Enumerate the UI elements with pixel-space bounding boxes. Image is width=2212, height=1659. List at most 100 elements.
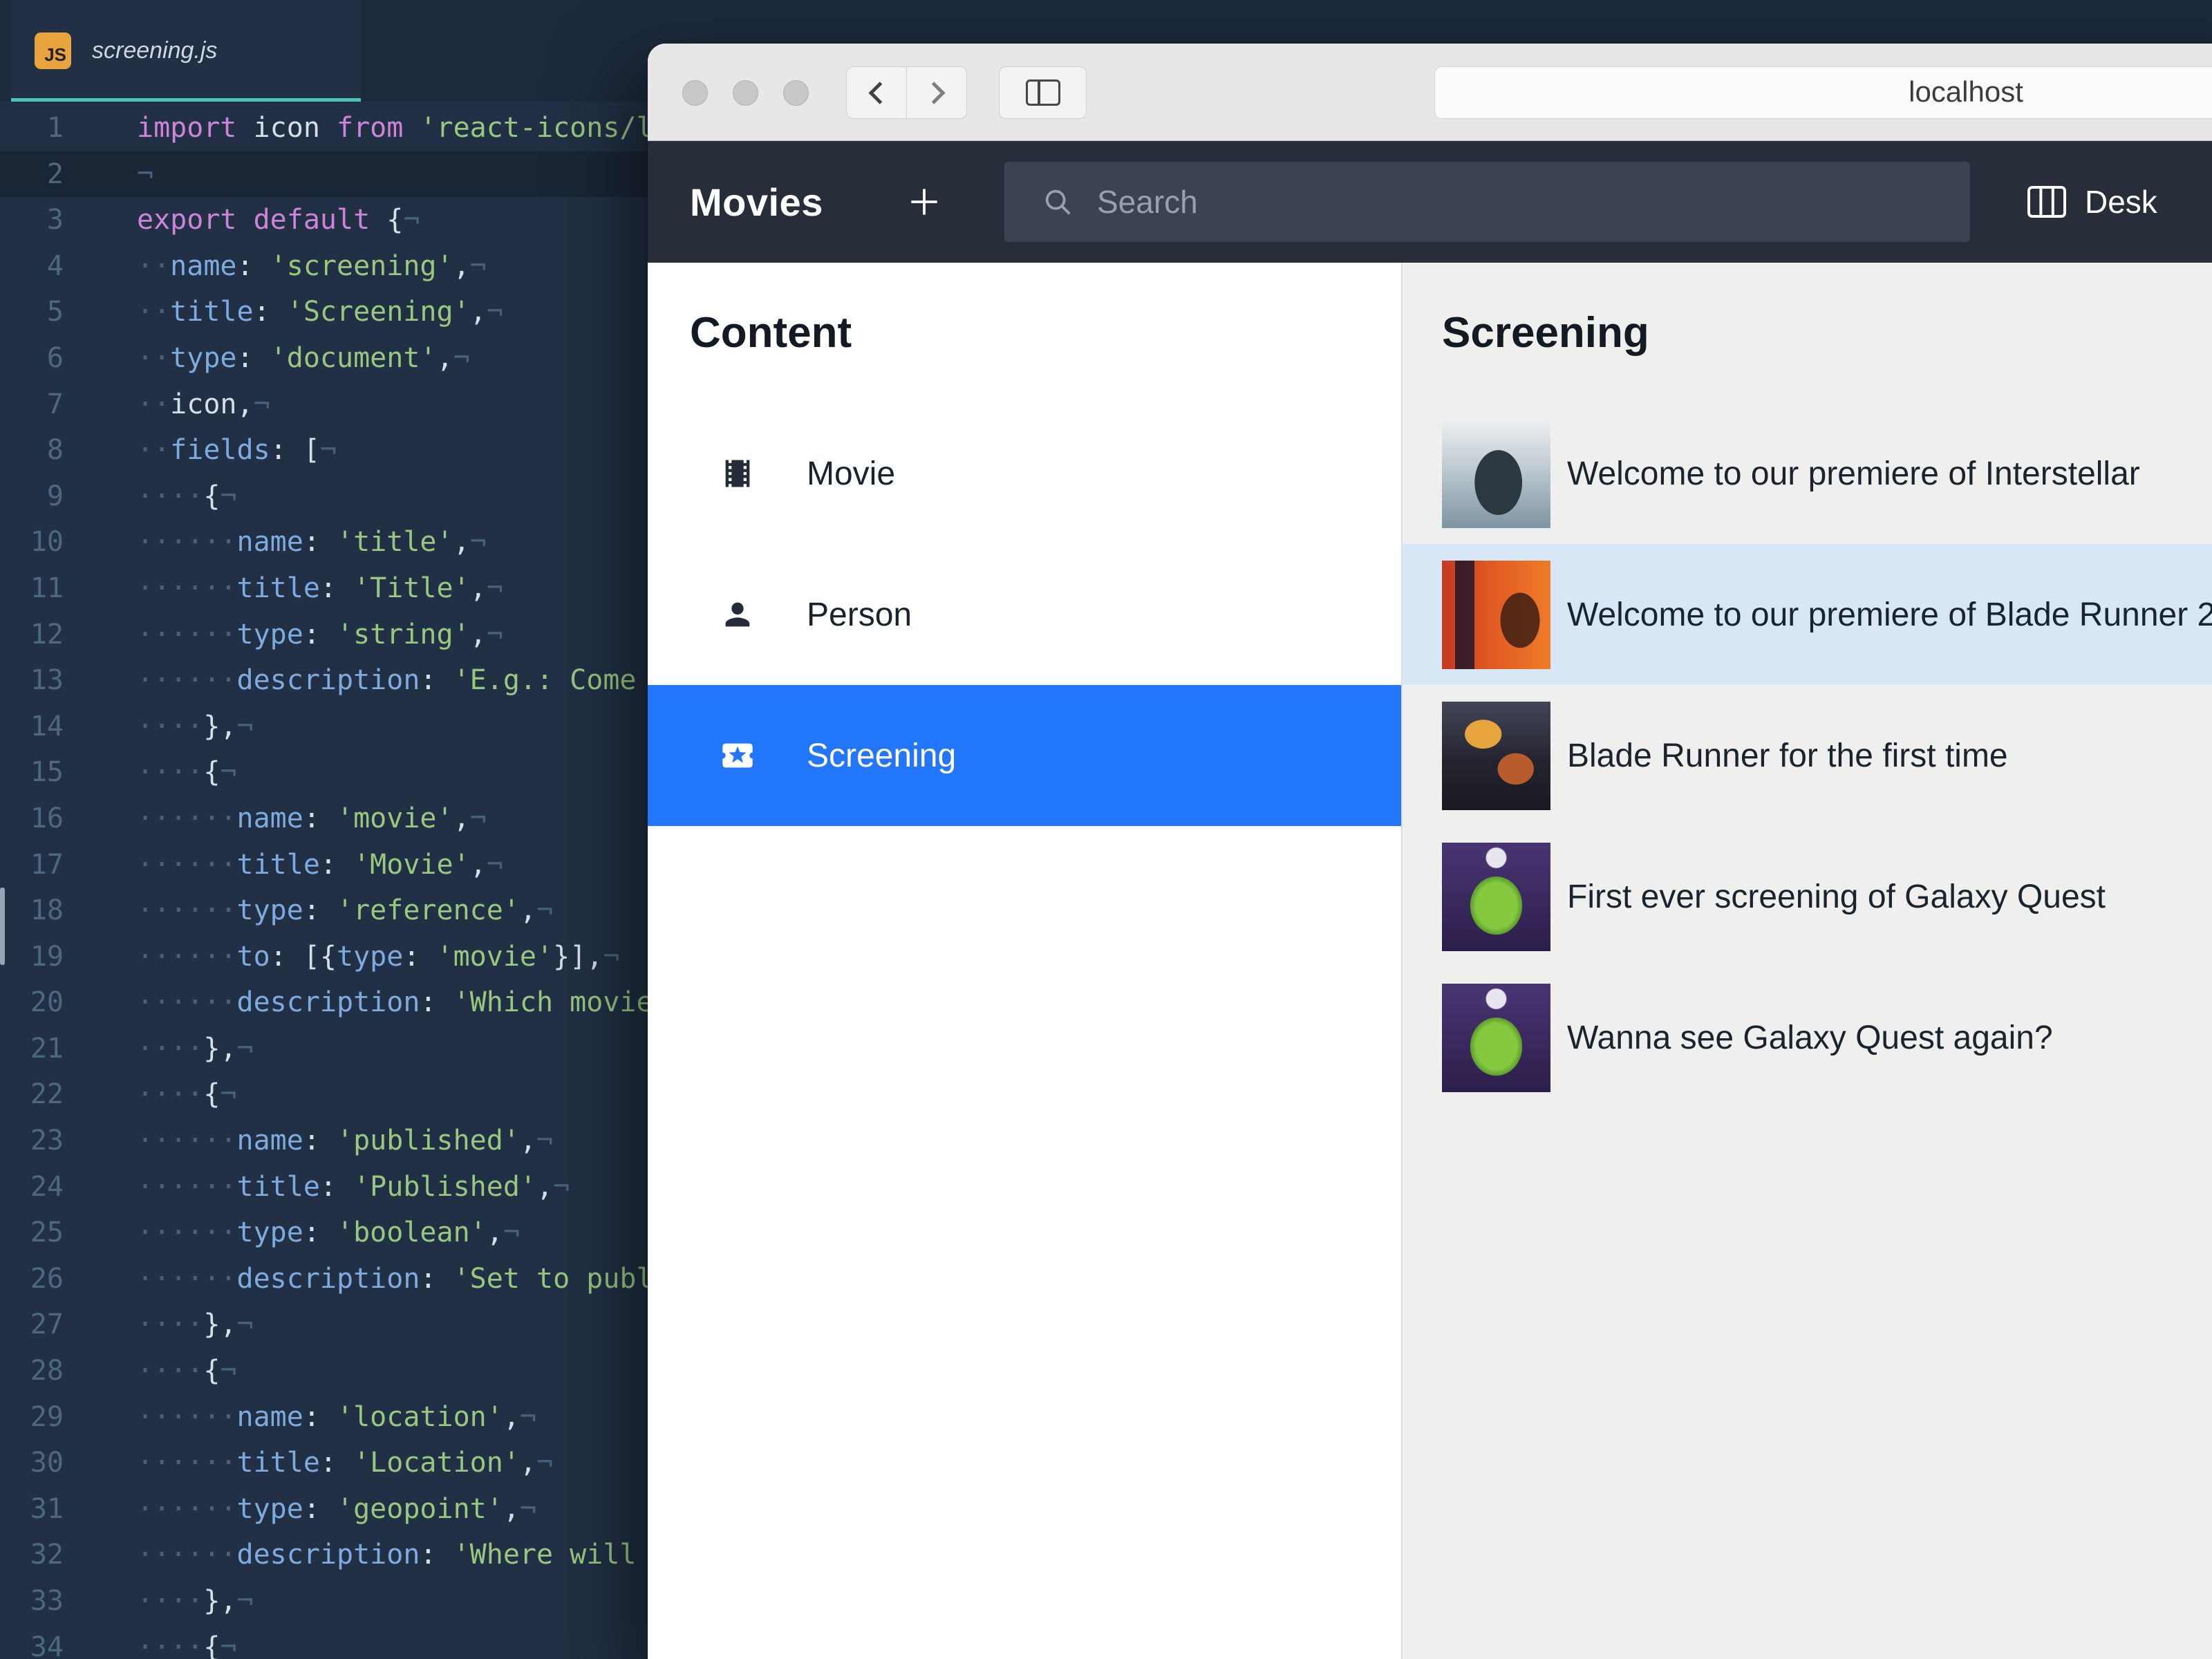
search-icon	[1042, 186, 1074, 218]
code-text: ····{¬	[137, 480, 237, 512]
line-number: 24	[30, 1170, 64, 1203]
close-button[interactable]	[682, 80, 708, 106]
line-number: 8	[46, 434, 64, 467]
chevron-right-icon	[922, 81, 946, 104]
line-number: 19	[30, 940, 64, 973]
code-text: ··type: 'document',¬	[137, 341, 470, 374]
code-text: ······title: 'Title',¬	[137, 572, 503, 604]
content-item-movie[interactable]: Movie	[648, 403, 1401, 544]
line-number: 18	[30, 894, 64, 927]
tab-filename: screening.js	[92, 37, 218, 64]
documents-heading: Screening	[1442, 309, 1649, 357]
line-number: 14	[30, 710, 64, 742]
line-number: 16	[30, 802, 64, 834]
back-button[interactable]	[846, 66, 907, 119]
line-number: 2	[46, 158, 64, 190]
code-text: ··title: 'Screening',¬	[137, 296, 503, 328]
plus-icon	[911, 189, 937, 215]
code-text: ······name: 'published',¬	[137, 1125, 554, 1157]
browser-titlebar: localhost	[648, 44, 2212, 141]
line-number: 22	[30, 1078, 64, 1111]
gutter-marker	[0, 888, 5, 965]
line-number: 6	[46, 341, 64, 374]
code-text: ······name: 'movie',¬	[137, 802, 487, 834]
sidebar-toggle-button[interactable]	[999, 66, 1087, 119]
code-text: export default {¬	[137, 204, 420, 236]
code-text: ······type: 'string',¬	[137, 618, 503, 650]
sidebar-icon	[1025, 79, 1060, 106]
line-number: 20	[30, 986, 64, 1019]
code-text: ······type: 'geopoint',¬	[137, 1492, 537, 1525]
code-text: ¬	[137, 158, 154, 190]
document-row[interactable]: Welcome to our premiere of Interstellar	[1403, 403, 2212, 544]
line-number: 28	[30, 1355, 64, 1387]
line-number: 31	[30, 1492, 64, 1525]
nav-buttons	[846, 66, 967, 119]
code-text: ······type: 'boolean',¬	[137, 1217, 520, 1249]
content-item-label: Movie	[807, 455, 896, 492]
document-row[interactable]: Welcome to our premiere of Blade Runner …	[1403, 544, 2212, 685]
line-number: 12	[30, 618, 64, 650]
desk-label: Desk	[2085, 184, 2157, 220]
line-number: 15	[30, 756, 64, 789]
tab-screening-js[interactable]: JS screening.js	[11, 0, 361, 102]
content-item-person[interactable]: Person	[648, 544, 1401, 685]
code-text: ····},¬	[137, 1585, 254, 1617]
content-item-label: Person	[807, 596, 912, 633]
code-text: ······to: [{type: 'movie'}],¬	[137, 940, 620, 973]
document-list: Welcome to our premiere of Interstellar W…	[1403, 403, 2212, 1108]
desk-button[interactable]: Desk	[2027, 141, 2157, 263]
code-text: ····{¬	[137, 1355, 237, 1387]
line-number: 32	[30, 1539, 64, 1571]
line-number: 4	[46, 250, 64, 282]
line-number: 33	[30, 1585, 64, 1617]
line-number: 9	[46, 480, 64, 512]
studio-header: Movies Desk	[648, 141, 2212, 263]
code-text: ····},¬	[137, 1032, 254, 1065]
document-row[interactable]: Wanna see Galaxy Quest again?	[1403, 967, 2212, 1108]
minimize-button[interactable]	[733, 80, 758, 106]
person-icon	[720, 597, 756, 632]
code-text: ····{¬	[137, 1631, 237, 1659]
content-item-screening[interactable]: Screening	[648, 685, 1401, 826]
document-thumbnail	[1442, 419, 1550, 528]
line-number: 1	[46, 112, 64, 144]
code-text: ····{¬	[137, 1078, 237, 1111]
forward-button[interactable]	[906, 66, 967, 119]
code-text: ··name: 'screening',¬	[137, 250, 487, 282]
document-thumbnail	[1442, 983, 1550, 1092]
code-text: ······title: 'Movie',¬	[137, 848, 503, 881]
line-number: 7	[46, 388, 64, 420]
line-number: 23	[30, 1125, 64, 1157]
search-box	[1004, 162, 1970, 242]
line-number: 17	[30, 848, 64, 881]
search-input[interactable]	[1074, 183, 1970, 221]
document-title: First ever screening of Galaxy Quest	[1567, 878, 2106, 915]
code-text: ······name: 'title',¬	[137, 526, 487, 559]
zoom-button[interactable]	[783, 80, 809, 106]
app-title: Movies	[690, 180, 823, 224]
document-title: Welcome to our premiere of Interstellar	[1567, 455, 2140, 492]
document-row[interactable]: Blade Runner for the first time	[1403, 685, 2212, 826]
ticket-star-icon	[720, 738, 756, 774]
code-text: ····{¬	[137, 756, 237, 789]
code-text: ······title: 'Published',¬	[137, 1170, 570, 1203]
code-text: ····},¬	[137, 710, 254, 742]
line-number: 5	[46, 296, 64, 328]
line-number: 13	[30, 664, 64, 697]
window-controls	[682, 80, 809, 106]
document-row[interactable]: First ever screening of Galaxy Quest	[1403, 826, 2212, 967]
line-number: 29	[30, 1400, 64, 1433]
document-title: Welcome to our premiere of Blade Runner …	[1567, 596, 2212, 633]
code-text: ····},¬	[137, 1309, 254, 1341]
address-bar[interactable]: localhost	[1434, 66, 2212, 119]
code-text: ··fields: [¬	[137, 434, 337, 467]
document-thumbnail	[1442, 842, 1550, 951]
movie-icon	[720, 456, 756, 491]
documents-pane: Screening Welcome to our premiere of Int…	[1403, 263, 2212, 1659]
line-number: 26	[30, 1262, 64, 1295]
browser-window: localhost Movies Desk Content	[648, 44, 2212, 1659]
add-document-button[interactable]	[902, 180, 946, 224]
code-text: ······title: 'Location',¬	[137, 1447, 554, 1479]
line-number: 21	[30, 1032, 64, 1065]
